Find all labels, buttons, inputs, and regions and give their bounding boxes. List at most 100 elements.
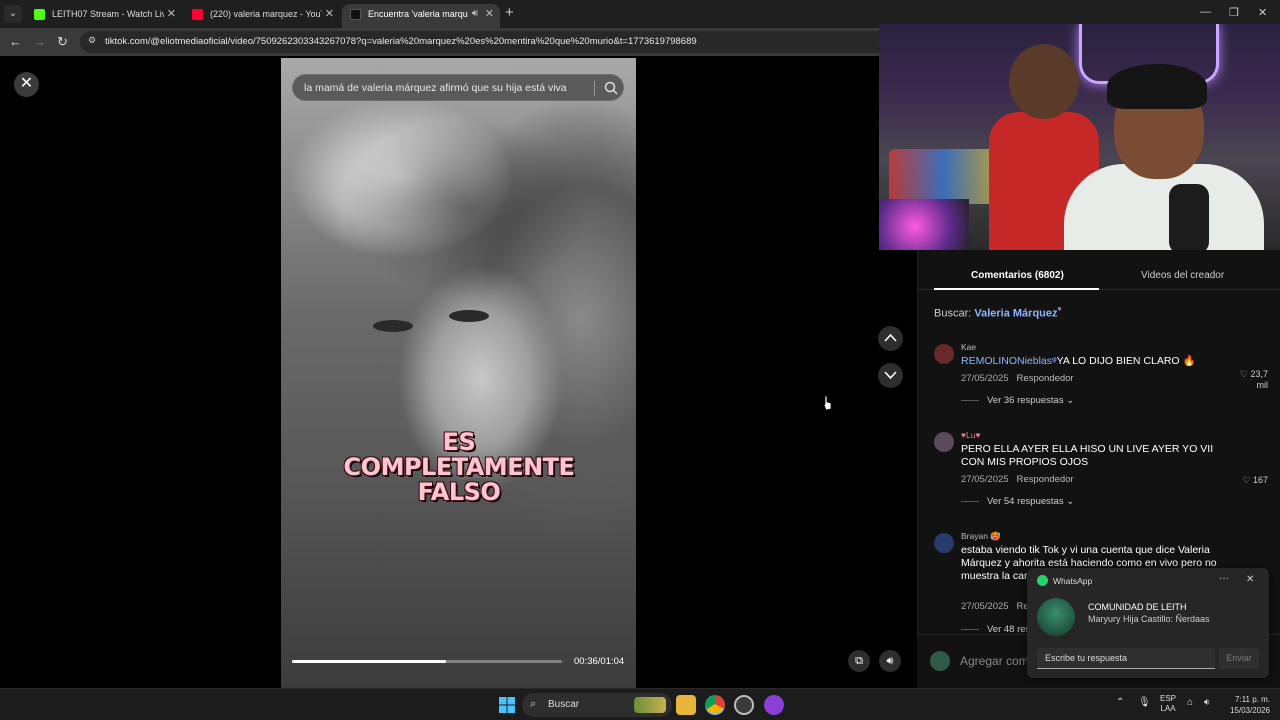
view-replies-button[interactable]: Ver 36 respuestas ⌄ bbox=[961, 395, 1074, 406]
clock[interactable]: 7:11 p. m. 15/03/2026 bbox=[1226, 694, 1270, 716]
volume-icon[interactable]: 🔊︎ bbox=[879, 650, 901, 672]
comment-mention[interactable]: REMOLINONieblasᵠ bbox=[961, 355, 1057, 367]
video-player[interactable]: la mamá de valeria márquez afirmó que su… bbox=[281, 58, 636, 688]
forward-icon[interactable]: → bbox=[33, 34, 46, 50]
notification-title: COMUNIDAD DE LEITH bbox=[1088, 602, 1187, 612]
kick-icon bbox=[34, 9, 45, 20]
comment-body: YA LO DIJO BIEN CLARO 🔥 bbox=[1056, 355, 1196, 367]
video-frame-shading bbox=[341, 118, 591, 298]
like-count: 167 bbox=[1252, 475, 1268, 485]
notification-message: Maryury Hija Castillo: Ñerdaas bbox=[1088, 614, 1210, 624]
reply-button[interactable]: Respondedor bbox=[1017, 474, 1074, 485]
send-button[interactable]: Enviar bbox=[1219, 648, 1259, 669]
app-icon[interactable] bbox=[734, 695, 754, 715]
taskbar-search-label: Buscar bbox=[548, 699, 580, 710]
window-close-icon[interactable]: ✕ bbox=[1258, 6, 1267, 19]
video-search-text: la mamá de valeria márquez afirmó que su… bbox=[304, 82, 567, 94]
replies-line bbox=[961, 500, 979, 502]
file-explorer-icon[interactable] bbox=[676, 695, 696, 715]
like-button[interactable]: ♡ 167 bbox=[1234, 475, 1268, 486]
avatar[interactable] bbox=[934, 344, 954, 364]
tab-audio-icon[interactable]: 🔊︎ bbox=[472, 4, 478, 24]
tab-title: Encuentra 'valeria marquez bbox=[368, 9, 468, 19]
caption-line: COMPLETAMENTE bbox=[343, 453, 575, 481]
url-text: tiktok.com/@eliotmediaoficial/video/7509… bbox=[105, 36, 697, 47]
search-divider bbox=[594, 81, 595, 96]
comment-item: ♥Lu♥ PERO ELLA AYER ELLA HISO UN LIVE AY… bbox=[934, 430, 1274, 510]
tab-leith-stream[interactable]: LEITH07 Stream - Watch Live on ✕ bbox=[26, 4, 182, 28]
taskbar-search[interactable]: ⌕ Buscar bbox=[522, 693, 672, 717]
reload-icon[interactable]: ↻ bbox=[57, 34, 68, 50]
next-video-button[interactable] bbox=[878, 363, 903, 388]
tab-youtube[interactable]: (220) valeria marquez - YouTube ✕ bbox=[184, 4, 340, 28]
tab-title: LEITH07 Stream - Watch Live on bbox=[52, 9, 164, 19]
chevron-down-icon: ⌄ bbox=[1066, 395, 1075, 406]
webcam-overlay bbox=[879, 24, 1280, 250]
close-icon[interactable]: ✕ bbox=[1246, 574, 1254, 585]
like-button[interactable]: ♡ 23,7 mil bbox=[1234, 369, 1268, 391]
site-info-icon[interactable]: ⚙︎ bbox=[88, 35, 102, 49]
view-replies-label: Ver 54 respuestas bbox=[987, 496, 1064, 507]
language-code: ESP bbox=[1160, 694, 1177, 703]
comment-search-suggestion[interactable]: Buscar: Valeria Márquezᵠ bbox=[934, 305, 1061, 320]
comment-meta: 27/05/2025 Respondedor bbox=[961, 474, 1074, 485]
close-video-button[interactable]: ✕ bbox=[14, 72, 39, 97]
avatar[interactable] bbox=[934, 533, 954, 553]
reply-input[interactable]: Escribe tu respuesta bbox=[1037, 648, 1215, 669]
avatar[interactable] bbox=[934, 432, 954, 452]
view-replies-button[interactable]: Ver 54 respuestas ⌄ bbox=[961, 496, 1074, 507]
volume-icon[interactable]: 🔉︎ bbox=[1204, 697, 1210, 708]
back-icon[interactable]: ← bbox=[9, 34, 22, 50]
add-comment-input[interactable]: Agregar com bbox=[960, 654, 1029, 668]
search-query-link[interactable]: Valeria Márquez bbox=[974, 308, 1057, 320]
replies-line bbox=[961, 628, 979, 630]
comment-date: 27/05/2025 bbox=[961, 373, 1009, 384]
search-icon[interactable] bbox=[603, 80, 619, 96]
miniplayer-icon[interactable]: ⧉ bbox=[848, 650, 870, 672]
chevron-up-icon bbox=[884, 333, 897, 342]
caption-line: FALSO bbox=[417, 478, 501, 506]
search-icon: ⌕ bbox=[530, 698, 537, 710]
comment-username[interactable]: ♥Lu♥ bbox=[961, 430, 981, 440]
tab-tiktok[interactable]: Encuentra 'valeria marquez 🔊︎ ✕ bbox=[342, 4, 500, 28]
chrome-icon[interactable] bbox=[705, 695, 725, 715]
person-right-cap bbox=[1107, 64, 1207, 109]
windows-start-icon[interactable] bbox=[499, 697, 515, 713]
tab-comments[interactable]: Comentarios (6802) bbox=[971, 270, 1064, 281]
close-tab-icon[interactable]: ✕ bbox=[167, 4, 176, 24]
video-frame-eye bbox=[449, 310, 489, 322]
comment-date: 27/05/2025 bbox=[961, 474, 1009, 485]
tab-creator-videos[interactable]: Videos del creador bbox=[1141, 270, 1224, 281]
more-options-icon[interactable]: ··· bbox=[1219, 573, 1229, 584]
language-indicator[interactable]: ESP LAA bbox=[1160, 694, 1176, 714]
previous-video-button[interactable] bbox=[878, 326, 903, 351]
like-count: 23,7 mil bbox=[1250, 369, 1268, 390]
reply-button[interactable]: Respondedor bbox=[1017, 373, 1074, 384]
video-search-bar[interactable]: la mamá de valeria márquez afirmó que su… bbox=[292, 74, 624, 101]
video-progress-bar[interactable] bbox=[292, 660, 562, 663]
youtube-icon bbox=[192, 9, 203, 20]
chevron-up-icon[interactable]: ⌃ bbox=[1116, 697, 1124, 708]
video-timecode: 00:36/01:04 bbox=[574, 656, 625, 667]
search-highlight-image bbox=[634, 697, 666, 713]
network-icon[interactable]: ⌂ bbox=[1187, 697, 1193, 708]
search-label: Buscar: bbox=[934, 307, 972, 320]
comment-username[interactable]: Brayan 🥵 bbox=[961, 531, 1001, 542]
screen: ⌄ LEITH07 Stream - Watch Live on ✕ (220)… bbox=[0, 0, 1280, 720]
restore-icon[interactable]: ❐ bbox=[1229, 6, 1239, 19]
minimize-icon[interactable]: — bbox=[1200, 6, 1211, 18]
app-icon[interactable] bbox=[764, 695, 784, 715]
microphone-icon[interactable]: 🎙︎ bbox=[1138, 697, 1151, 708]
new-tab-button[interactable]: + bbox=[505, 5, 514, 21]
address-bar[interactable]: ⚙︎ tiktok.com/@eliotmediaoficial/video/7… bbox=[80, 31, 980, 53]
close-tab-icon[interactable]: ✕ bbox=[485, 4, 494, 24]
comment-username[interactable]: Kae bbox=[961, 342, 976, 352]
group-avatar bbox=[1037, 598, 1075, 636]
microphone bbox=[1169, 184, 1209, 250]
comment-meta: 27/05/2025 Res bbox=[961, 601, 1033, 612]
taskbar: ⌕ Buscar ⌃ 🎙︎ ESP LAA ⌂ 🔉︎ 7:11 p. m. 15… bbox=[0, 688, 1280, 720]
whatsapp-notification[interactable]: WhatsApp ··· ✕ COMUNIDAD DE LEITH Maryur… bbox=[1027, 568, 1269, 678]
tab-search-dropdown[interactable]: ⌄ bbox=[4, 5, 22, 23]
close-tab-icon[interactable]: ✕ bbox=[325, 4, 334, 24]
comment-date: 27/05/2025 bbox=[961, 601, 1009, 612]
